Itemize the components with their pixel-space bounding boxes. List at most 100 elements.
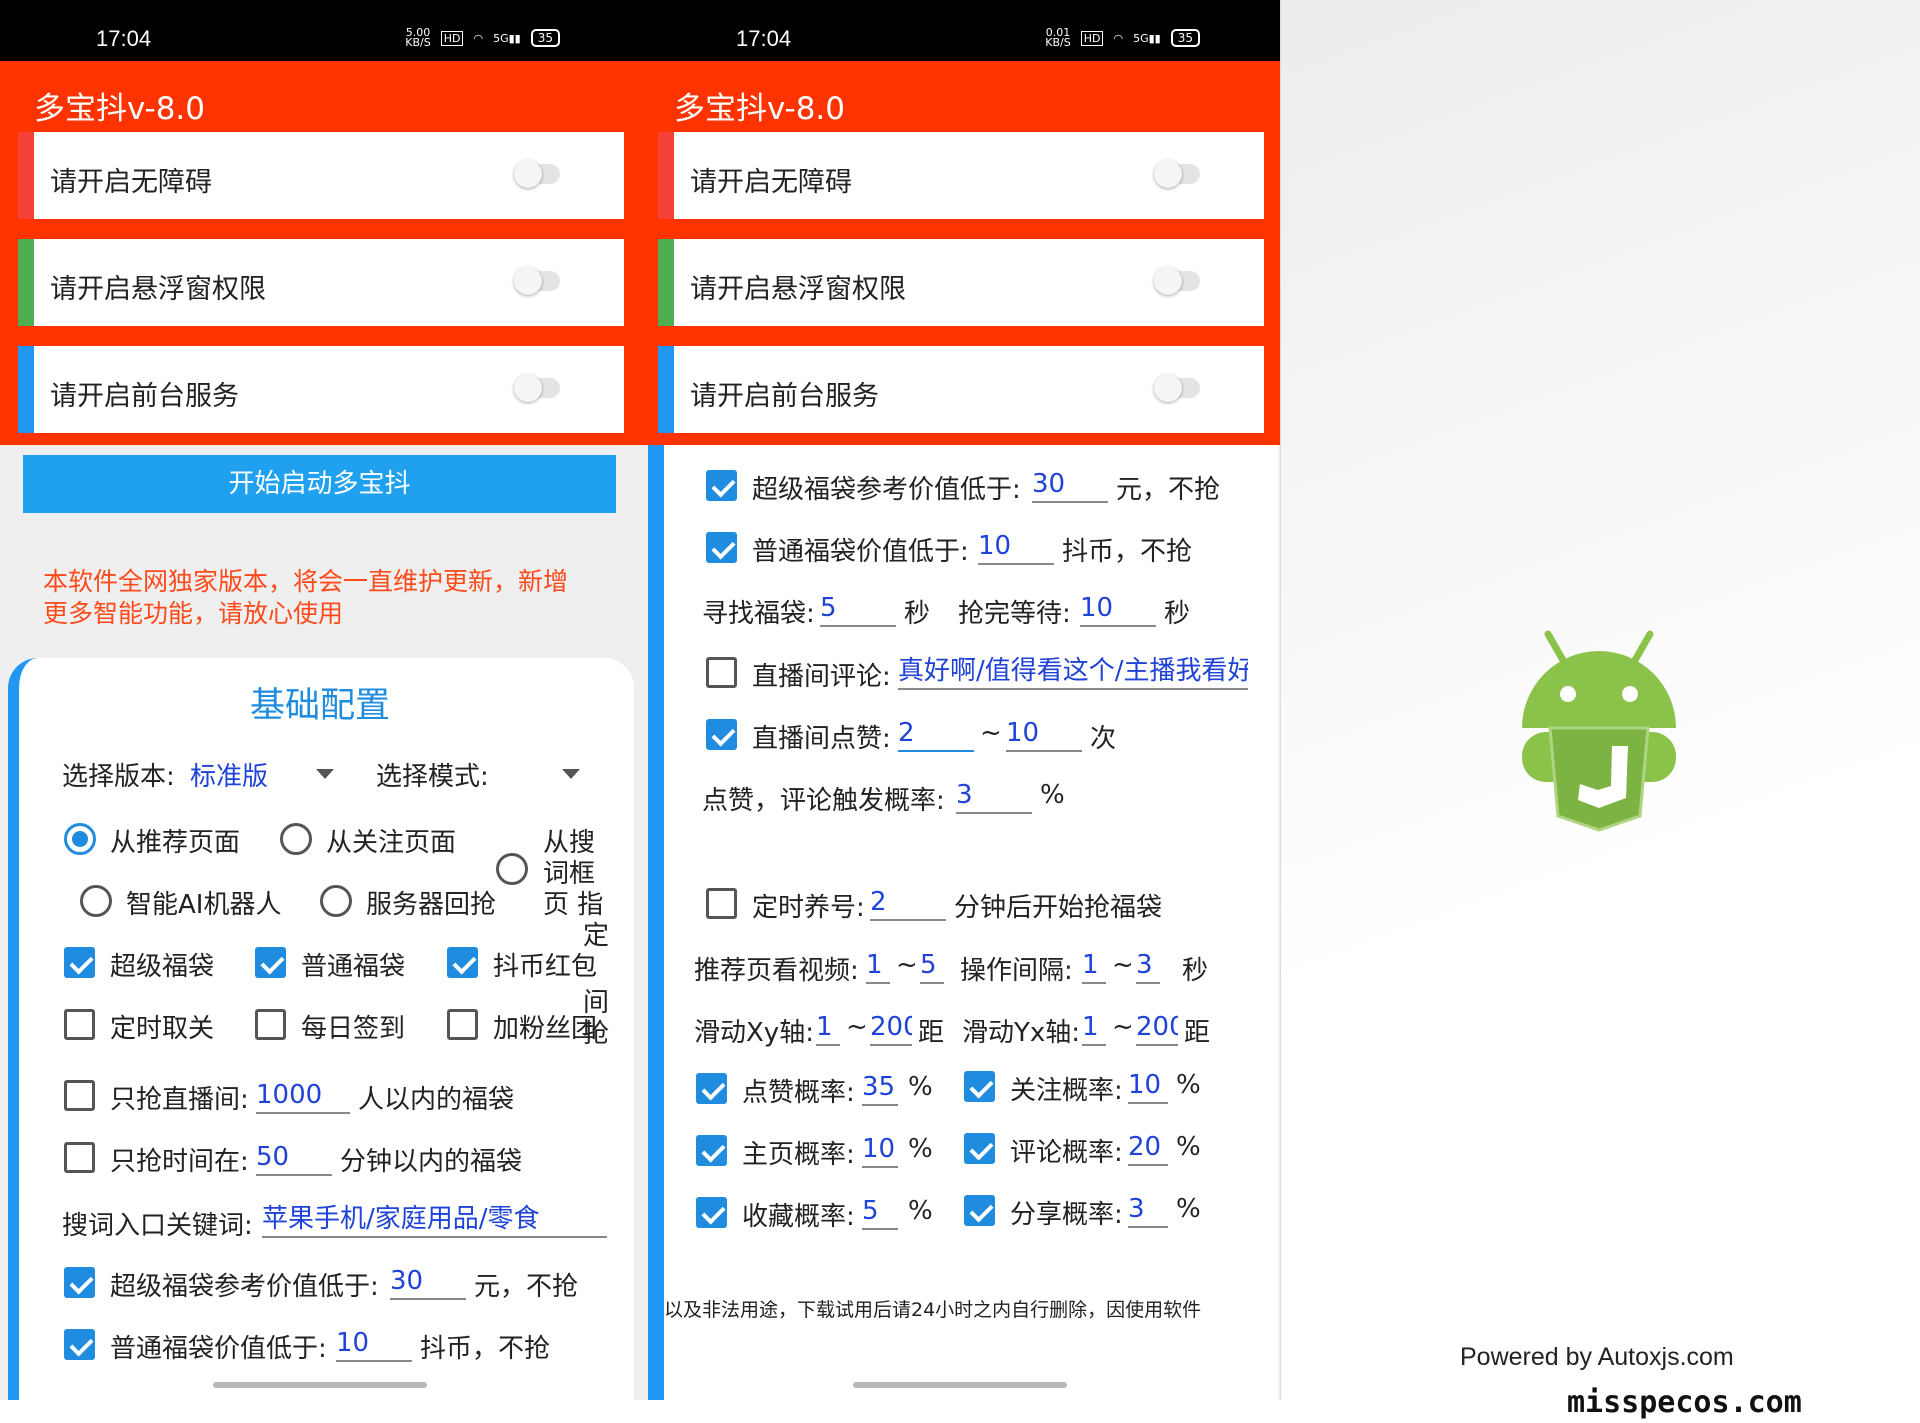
phone-screen-right: 17:04 0.01 KB/S HD ◠ 5G▮▮ 35 多宝抖v-8.0 请开启… <box>640 0 1280 1400</box>
xy-to-input[interactable]: 200 <box>870 1010 912 1046</box>
checkbox-like-prob[interactable] <box>696 1073 727 1104</box>
checkbox-normal-bag[interactable] <box>255 947 286 978</box>
like-from-input[interactable]: 2 <box>898 716 974 752</box>
prob-label: 分享概率: <box>1010 1200 1123 1230</box>
perm-card-accessibility[interactable]: 请开启无障碍 <box>658 132 1264 219</box>
nav-gesture-bar[interactable] <box>853 1382 1067 1388</box>
comment-prob-input[interactable]: 20 <box>1128 1130 1168 1166</box>
follow-prob-input[interactable]: 10 <box>1128 1068 1168 1104</box>
checkbox-schedule[interactable] <box>706 888 737 919</box>
find-bag-input[interactable]: 5 <box>820 591 896 627</box>
fav-prob-input[interactable]: 5 <box>862 1194 898 1230</box>
checkbox-super-bag[interactable] <box>64 947 95 978</box>
wait-input[interactable]: 10 <box>1080 591 1156 627</box>
search-keyword-input[interactable]: 苹果手机/家庭用品/零食 <box>262 1202 607 1238</box>
version-label: 选择版本: <box>62 762 175 792</box>
perm-card-foreground[interactable]: 请开启前台服务 <box>18 346 624 433</box>
wifi-icon: ◠ <box>1113 31 1124 45</box>
accessibility-toggle[interactable] <box>1154 160 1200 188</box>
checkbox-fav-prob[interactable] <box>696 1197 727 1228</box>
radio-recommend[interactable] <box>64 823 96 855</box>
version-select[interactable]: 标准版 <box>190 756 268 793</box>
yx-from-input[interactable]: 1 <box>1082 1010 1106 1046</box>
foreground-toggle[interactable] <box>1154 374 1200 402</box>
checkbox-live-only[interactable] <box>64 1080 95 1111</box>
share-prob-input[interactable]: 3 <box>1128 1192 1168 1228</box>
overlay-toggle[interactable] <box>1154 267 1200 295</box>
op-to-input[interactable]: 3 <box>1136 948 1160 984</box>
super-value-suffix: 元，不抢 <box>1116 475 1221 505</box>
normal-value-input[interactable]: 10 <box>336 1326 412 1362</box>
tilde: ~ <box>896 950 918 980</box>
checkbox-coin-packet[interactable] <box>447 947 478 978</box>
radio-server[interactable] <box>320 885 352 917</box>
checkbox-super-value[interactable] <box>706 470 737 501</box>
checkbox-live-comment[interactable] <box>706 657 737 688</box>
app-title: 多宝抖v-8.0 <box>34 91 205 127</box>
schedule-input[interactable]: 2 <box>870 885 946 921</box>
checkbox-live-like[interactable] <box>706 719 737 750</box>
checkbox-normal-value[interactable] <box>64 1329 95 1360</box>
yx-to-input[interactable]: 200 <box>1136 1010 1178 1046</box>
schedule-label: 定时养号: <box>752 893 865 923</box>
normal-value-label: 普通福袋价值低于: <box>752 537 969 567</box>
checkbox-home-prob[interactable] <box>696 1135 727 1166</box>
checkbox-fans-club[interactable] <box>447 1009 478 1040</box>
chevron-down-icon[interactable] <box>562 769 580 779</box>
prob-label: 收藏概率: <box>742 1202 855 1232</box>
home-prob-input[interactable]: 10 <box>862 1132 898 1168</box>
op-from-input[interactable]: 1 <box>1082 948 1106 984</box>
checkbox-super-value[interactable] <box>64 1267 95 1298</box>
checkbox-normal-value[interactable] <box>706 532 737 563</box>
normal-value-label: 普通福袋价值低于: <box>110 1334 327 1364</box>
super-value-input[interactable]: 30 <box>390 1264 466 1300</box>
radio-ai[interactable] <box>80 885 112 917</box>
like-unit: 次 <box>1090 724 1117 754</box>
perm-card-accessibility[interactable]: 请开启无障碍 <box>18 132 624 219</box>
radio-follow[interactable] <box>280 823 312 855</box>
perm-card-overlay[interactable]: 请开启悬浮窗权限 <box>658 239 1264 326</box>
live-only-input[interactable]: 1000 <box>256 1078 350 1114</box>
checkbox-label: 普通福袋 <box>301 952 406 982</box>
perm-card-foreground[interactable]: 请开启前台服务 <box>658 346 1264 433</box>
prob-label: 点赞概率: <box>742 1078 855 1108</box>
checkbox-label: 加粉丝团 <box>493 1014 598 1044</box>
chevron-down-icon[interactable] <box>316 769 334 779</box>
start-button[interactable]: 开始启动多宝抖 <box>23 455 616 513</box>
overlay-toggle[interactable] <box>514 267 560 295</box>
radio-search[interactable] <box>496 853 528 885</box>
find-bag-label: 寻找福袋: <box>702 599 815 629</box>
normal-value-input[interactable]: 10 <box>978 529 1054 565</box>
checkbox-timed-unfollow[interactable] <box>64 1009 95 1040</box>
checkbox-time-only[interactable] <box>64 1142 95 1173</box>
foreground-toggle[interactable] <box>514 374 560 402</box>
checkbox-daily-signin[interactable] <box>255 1009 286 1040</box>
live-only-label: 只抢直播间: <box>110 1085 249 1115</box>
rec-from-input[interactable]: 1 <box>866 948 890 984</box>
like-prob-input[interactable]: 35 <box>862 1070 898 1106</box>
accessibility-toggle[interactable] <box>514 160 560 188</box>
battery-icon: 35 <box>1170 29 1200 47</box>
checkbox-share-prob[interactable] <box>964 1195 995 1226</box>
radio-label: 服务器回抢 <box>366 890 497 920</box>
nav-gesture-bar[interactable] <box>213 1382 427 1388</box>
perm-card-overlay[interactable]: 请开启悬浮窗权限 <box>18 239 624 326</box>
super-value-input[interactable]: 30 <box>1032 467 1108 503</box>
hd-icon: HD <box>1080 30 1104 46</box>
trigger-input[interactable]: 3 <box>956 778 1032 814</box>
prob-unit: % <box>1176 1194 1201 1224</box>
super-value-label: 超级福袋参考价值低于: <box>110 1272 379 1302</box>
perm-label: 请开启前台服务 <box>690 381 879 412</box>
checkbox-follow-prob[interactable] <box>964 1071 995 1102</box>
like-to-input[interactable]: 10 <box>1006 716 1082 752</box>
perm-label: 请开启前台服务 <box>50 381 239 412</box>
live-comment-input[interactable]: 真好啊/值得看这个/主播我看好 <box>898 654 1248 690</box>
schedule-suffix: 分钟后开始抢福袋 <box>954 893 1163 923</box>
wait-unit: 秒 <box>1164 599 1191 629</box>
prob-unit: % <box>908 1196 933 1226</box>
rec-to-input[interactable]: 5 <box>920 948 944 984</box>
xy-from-input[interactable]: 1 <box>816 1010 840 1046</box>
time-only-input[interactable]: 50 <box>256 1140 332 1176</box>
checkbox-comment-prob[interactable] <box>964 1133 995 1164</box>
dist-label: 距 <box>918 1018 945 1048</box>
